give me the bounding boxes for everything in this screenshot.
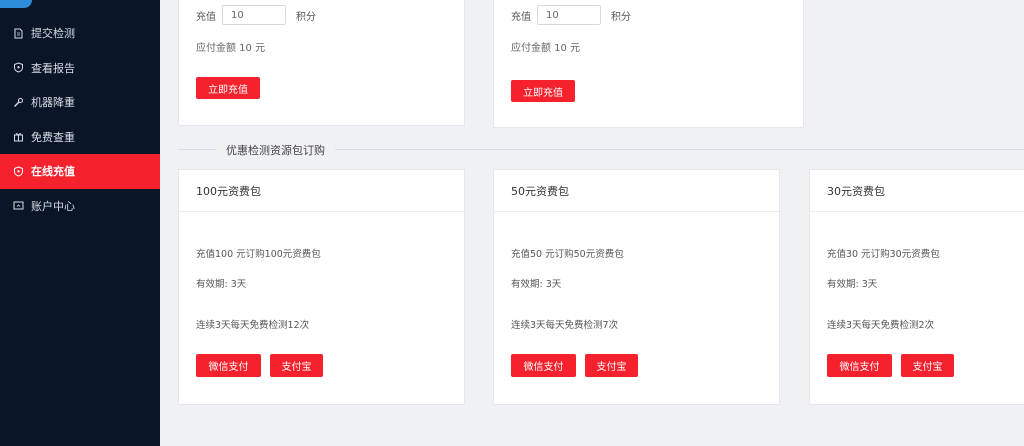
package-benefit: 连续3天每天免费检测12次 xyxy=(196,320,310,331)
package-description: 充值30 元订购30元资费包 xyxy=(827,249,940,260)
logo xyxy=(0,0,32,8)
recharge-label: 充值 xyxy=(196,11,216,23)
recharge-card: 充值 积分 应付金额 10 元 立即充值 xyxy=(178,0,465,126)
alipay-button[interactable]: 支付宝 xyxy=(585,354,638,377)
alipay-button[interactable]: 支付宝 xyxy=(901,354,954,377)
sidebar-item-submit[interactable]: 提交检测 xyxy=(0,16,160,51)
sidebar-item-reports[interactable]: 查看报告 xyxy=(0,51,160,86)
sidebar-item-label: 机器降重 xyxy=(31,96,75,110)
package-benefit: 连续3天每天免费检测2次 xyxy=(827,320,935,331)
wrench-icon xyxy=(13,97,24,108)
shield-icon xyxy=(13,166,24,177)
package-title: 30元资费包 xyxy=(810,170,1024,212)
gift-icon xyxy=(13,131,24,142)
wechat-pay-button[interactable]: 微信支付 xyxy=(827,354,892,377)
recharge-row: 充值 积分 xyxy=(196,5,316,25)
package-title: 50元资费包 xyxy=(494,170,779,212)
recharge-card: 充值 积分 应付金额 10 元 立即充值 xyxy=(493,0,804,128)
sidebar-item-free-check[interactable]: 免费查重 xyxy=(0,120,160,155)
sidebar-nav: 提交检测 查看报告 机器降重 免费查重 在线充值 账户中心 xyxy=(0,16,160,223)
sidebar-item-label: 在线充值 xyxy=(31,165,75,179)
document-icon xyxy=(13,28,24,39)
package-validity: 有效期: 3天 xyxy=(827,279,878,290)
sidebar-item-label: 查看报告 xyxy=(31,61,75,75)
recharge-now-button[interactable]: 立即充值 xyxy=(511,80,575,102)
wechat-pay-button[interactable]: 微信支付 xyxy=(511,354,576,377)
package-description: 充值50 元订购50元资费包 xyxy=(511,249,624,260)
package-title: 100元资费包 xyxy=(179,170,464,212)
monitor-icon xyxy=(13,200,24,211)
sidebar-item-account[interactable]: 账户中心 xyxy=(0,189,160,224)
sidebar-item-label: 账户中心 xyxy=(31,199,75,213)
payable-amount: 应付金额 10 元 xyxy=(511,43,581,54)
sidebar-item-label: 免费查重 xyxy=(31,130,75,144)
package-benefit: 连续3天每天免费检测7次 xyxy=(511,320,619,331)
package-card: 100元资费包 充值100 元订购100元资费包 有效期: 3天 连续3天每天免… xyxy=(178,169,465,405)
recharge-amount-input[interactable] xyxy=(222,5,286,25)
alipay-button[interactable]: 支付宝 xyxy=(270,354,323,377)
recharge-amount-input[interactable] xyxy=(537,5,601,25)
sidebar: 提交检测 查看报告 机器降重 免费查重 在线充值 账户中心 xyxy=(0,0,160,446)
section-title: 优惠检测资源包订购 xyxy=(216,142,335,158)
sidebar-item-rewrite[interactable]: 机器降重 xyxy=(0,85,160,120)
package-description: 充值100 元订购100元资费包 xyxy=(196,249,321,260)
package-card: 50元资费包 充值50 元订购50元资费包 有效期: 3天 连续3天每天免费检测… xyxy=(493,169,780,405)
package-validity: 有效期: 3天 xyxy=(196,279,247,290)
package-card: 30元资费包 充值30 元订购30元资费包 有效期: 3天 连续3天每天免费检测… xyxy=(809,169,1024,405)
sidebar-item-label: 提交检测 xyxy=(31,27,75,41)
sidebar-item-recharge[interactable]: 在线充值 xyxy=(0,154,160,189)
recharge-unit: 积分 xyxy=(611,11,631,23)
payable-amount: 应付金额 10 元 xyxy=(196,43,266,54)
shield-icon xyxy=(13,62,24,73)
recharge-label: 充值 xyxy=(511,11,531,23)
package-validity: 有效期: 3天 xyxy=(511,279,562,290)
recharge-now-button[interactable]: 立即充值 xyxy=(196,77,260,99)
recharge-row: 充值 积分 xyxy=(511,5,631,25)
main-content: 充值 积分 应付金额 10 元 立即充值 充值 积分 应付金额 10 元 立即充… xyxy=(160,0,1024,446)
wechat-pay-button[interactable]: 微信支付 xyxy=(196,354,261,377)
recharge-unit: 积分 xyxy=(296,11,316,23)
section-header: 优惠检测资源包订购 xyxy=(178,140,1024,160)
